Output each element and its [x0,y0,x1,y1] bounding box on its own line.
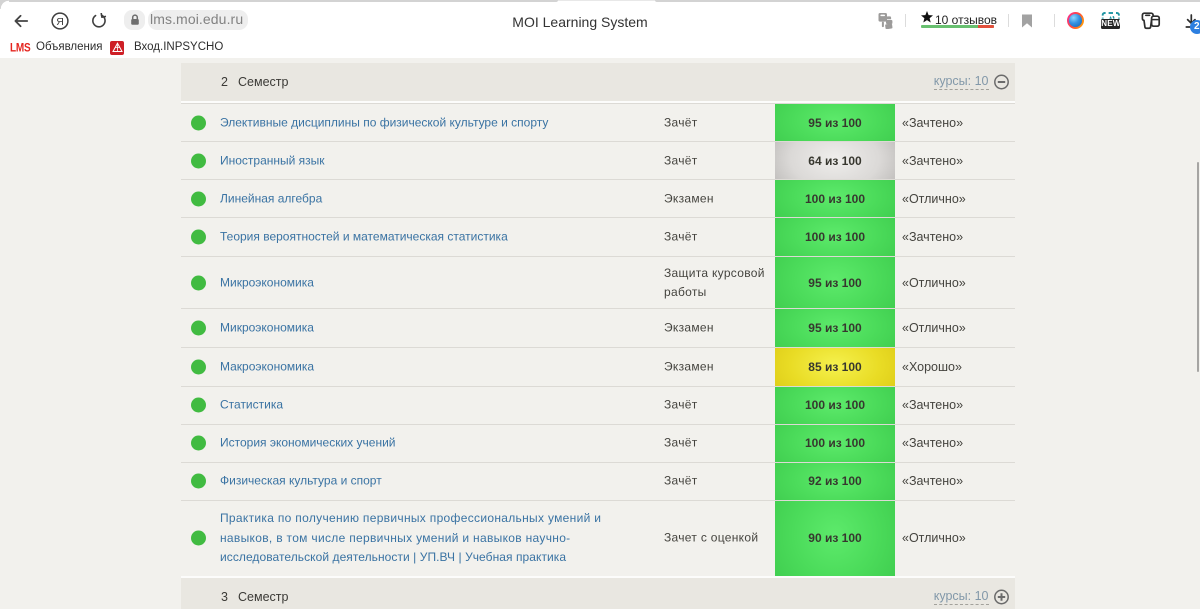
svg-text:Я: Я [56,16,64,28]
